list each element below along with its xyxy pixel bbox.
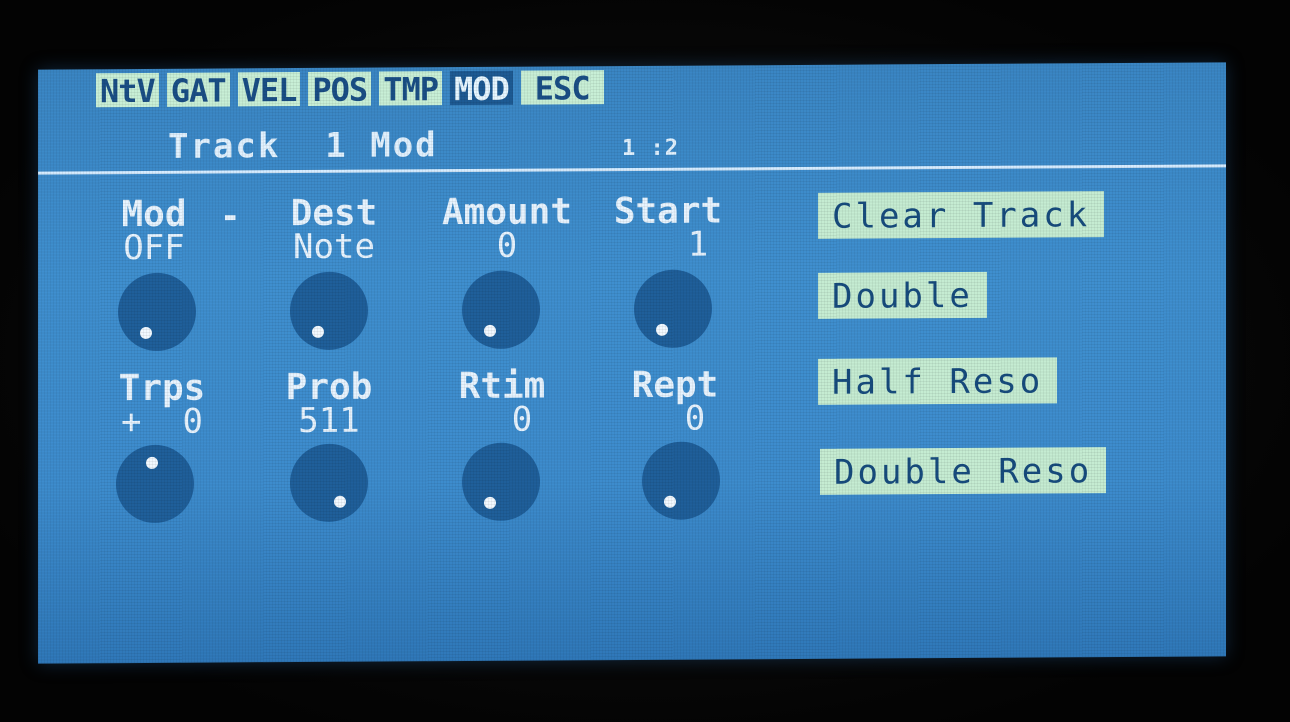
amount-knob[interactable] <box>462 270 540 350</box>
prob-knob[interactable] <box>290 443 368 523</box>
param-amount: Amount 0 <box>434 191 580 266</box>
tab-vel[interactable]: VEL <box>237 71 301 109</box>
half-reso-button[interactable]: Half Reso <box>818 357 1058 405</box>
trps-knob[interactable] <box>116 444 194 524</box>
param-start: Start 1 <box>598 190 738 265</box>
tab-ntv[interactable]: NtV <box>96 72 159 110</box>
step-position: 1 :2 <box>622 135 679 162</box>
dest-knob[interactable] <box>290 271 368 351</box>
param-rtim-value: 0 <box>511 399 533 440</box>
double-button[interactable]: Double <box>818 271 987 319</box>
param-rtim-label: Rtim <box>458 365 546 408</box>
rtim-knob[interactable] <box>462 442 540 522</box>
param-rept-label: Rept <box>631 364 719 407</box>
param-rept-value: 0 <box>684 398 706 439</box>
tab-esc[interactable]: ESC <box>520 69 604 108</box>
param-rtim: Rtim 0 <box>442 365 562 440</box>
param-mod: Mod OFF <box>108 194 200 269</box>
double-reso-button[interactable]: Double Reso <box>820 447 1107 495</box>
param-prob-value: 511 <box>298 400 360 442</box>
tab-mod[interactable]: MOD <box>449 70 513 108</box>
tab-gat[interactable]: GAT <box>166 71 230 110</box>
param-amount-value: 0 <box>496 225 518 266</box>
clear-track-button[interactable]: Clear Track <box>818 191 1105 239</box>
tab-bar: NtV GAT VEL POS TMP MOD ESC <box>96 69 604 110</box>
mod-knob[interactable] <box>118 272 196 352</box>
param-rept: Rept 0 <box>616 364 734 439</box>
param-dest: Dest Note <box>264 193 404 268</box>
start-knob[interactable] <box>634 269 712 348</box>
tab-tmp[interactable]: TMP <box>379 70 442 109</box>
page-title: Track 1 Mod <box>168 125 438 167</box>
param-mod-value: OFF <box>123 227 185 269</box>
param-trps-value: + 0 <box>121 401 203 443</box>
rept-knob[interactable] <box>642 441 720 520</box>
param-trps: Trps + 0 <box>100 368 224 443</box>
lcd-screen: NtV GAT VEL POS TMP MOD ESC Track 1 Mod … <box>38 62 1226 664</box>
param-start-label: Start <box>613 190 723 233</box>
param-start-value: 1 <box>687 224 709 265</box>
tab-pos[interactable]: POS <box>308 71 372 109</box>
param-prob: Prob 511 <box>270 367 388 442</box>
param-dest-value: Note <box>293 226 375 268</box>
page-title-row: Track 1 Mod 1 :2 <box>168 125 679 167</box>
mod-separator: - <box>220 196 241 237</box>
